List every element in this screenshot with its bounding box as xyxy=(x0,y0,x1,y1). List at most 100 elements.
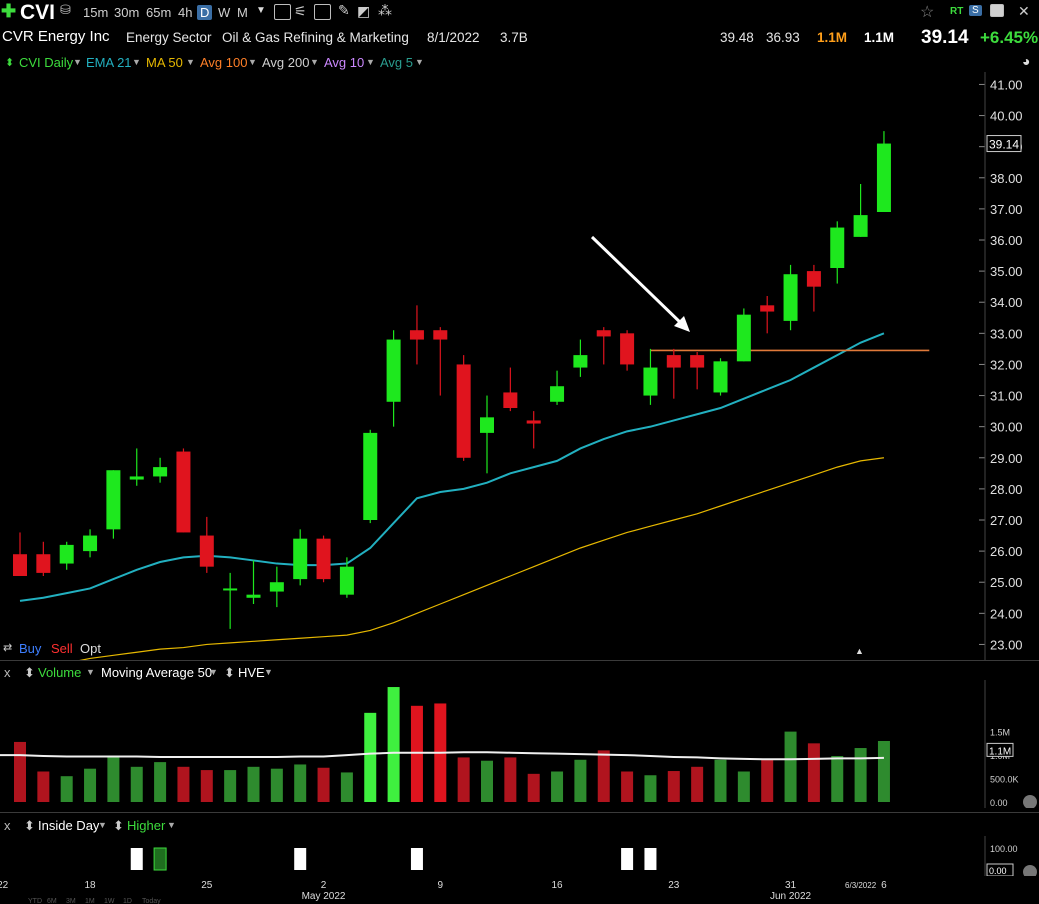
sector-link[interactable]: Energy Sector xyxy=(126,30,212,45)
move-handle-icon[interactable]: ⬍ xyxy=(24,818,35,834)
volume-bar xyxy=(831,756,844,802)
realtime-icon[interactable]: RT xyxy=(950,6,963,17)
move-handle-icon[interactable]: ⬍ xyxy=(24,665,35,681)
window-icon[interactable] xyxy=(990,4,1004,17)
draw-pencil-icon[interactable]: ✎ xyxy=(338,2,350,19)
volume-chart[interactable]: 1.5M1.0M500.0K0.001.1M xyxy=(0,680,1039,808)
chevron-down-icon[interactable]: ▼ xyxy=(167,820,176,830)
close-inside-pane[interactable]: x xyxy=(4,818,11,833)
legend-ema21[interactable]: EMA 21 xyxy=(86,55,132,70)
y-tick-label: 36.00 xyxy=(990,233,1023,248)
inside-day-label[interactable]: Inside Day xyxy=(38,818,99,833)
close-icon[interactable]: ✕ xyxy=(1018,3,1030,20)
candle-down xyxy=(36,541,51,576)
legend-avg100[interactable]: Avg 100 xyxy=(200,55,247,70)
chevron-down-icon[interactable]: ▼ xyxy=(248,57,257,67)
inside-day-pane-header: x ⬍ Inside Day ▼ ⬍ Higher ▼ xyxy=(0,818,300,836)
candle-body xyxy=(293,538,308,580)
inside-day-bar xyxy=(153,847,167,871)
candle-up xyxy=(293,529,308,586)
industry-link[interactable]: Oil & Gas Refining & Marketing xyxy=(222,30,409,45)
candle-body xyxy=(36,554,51,573)
timeframe-65m[interactable]: 65m xyxy=(146,5,171,20)
buy-button[interactable]: Buy xyxy=(19,641,41,656)
candle-body xyxy=(153,467,168,477)
y-tick-label: 33.00 xyxy=(990,326,1023,341)
chevron-down-icon[interactable]: ▼ xyxy=(132,57,141,67)
day-low: 36.93 xyxy=(766,30,800,45)
pane-divider[interactable] xyxy=(0,660,1039,661)
range-button[interactable]: Today xyxy=(142,898,161,904)
move-handle-icon[interactable]: ⬍ xyxy=(113,818,124,834)
legend-avg10[interactable]: Avg 10 xyxy=(324,55,364,70)
volume-bar xyxy=(784,731,797,802)
candle-body xyxy=(573,355,588,368)
inside-day-chart[interactable]: 100.00 0.00 xyxy=(0,836,1039,876)
legend-avg5[interactable]: Avg 5 xyxy=(380,55,413,70)
volume-ma-label[interactable]: Moving Average 50 xyxy=(101,665,212,680)
higher-label[interactable]: Higher xyxy=(127,818,165,833)
move-handle-icon[interactable]: ⬍ xyxy=(224,665,235,681)
timeframe-30m[interactable]: 30m xyxy=(114,5,139,20)
range-button[interactable]: YTD xyxy=(28,898,42,904)
timeframe-d[interactable]: D xyxy=(197,5,213,20)
close-volume-pane[interactable]: x xyxy=(4,665,11,680)
hve-label[interactable]: HVE xyxy=(238,665,265,680)
range-button[interactable]: 1W xyxy=(104,898,115,904)
calculator-icon[interactable] xyxy=(314,4,331,20)
candle-body xyxy=(526,420,541,424)
chevron-down-icon[interactable]: ▼ xyxy=(86,667,95,677)
price-chart[interactable]: 23.00 24.00 25.00 26.00 27.00 28.00 29.00 30.00… xyxy=(0,72,1039,660)
range-button[interactable]: 1M xyxy=(85,898,95,904)
candle-body xyxy=(433,330,448,340)
timeframe-4h[interactable]: 4h xyxy=(178,5,192,20)
timeframe-dropdown-icon[interactable]: ▼ xyxy=(256,5,266,16)
chevron-down-icon[interactable]: ▼ xyxy=(310,57,319,67)
sell-button[interactable]: Sell xyxy=(51,641,73,656)
chevron-down-icon[interactable]: ▼ xyxy=(98,820,107,830)
range-button[interactable]: 1D xyxy=(123,898,132,904)
scroll-right-icon[interactable] xyxy=(1023,795,1037,808)
legend-ma50[interactable]: MA 50 xyxy=(146,55,183,70)
share-icon[interactable]: ⁂ xyxy=(378,2,392,19)
s-badge-icon[interactable]: S xyxy=(969,5,982,16)
chevron-down-icon[interactable]: ▼ xyxy=(366,57,375,67)
candle-body xyxy=(666,355,681,368)
percent-change: +6.45% xyxy=(980,28,1039,47)
range-button[interactable]: 3M xyxy=(66,898,76,904)
volume-bar xyxy=(457,757,470,802)
x-tick-label: 25 xyxy=(201,880,213,891)
volume-label[interactable]: Volume xyxy=(38,665,81,680)
volume-bar xyxy=(340,772,353,802)
settings-icon[interactable]: ⬍ xyxy=(5,56,14,69)
range-button[interactable]: 6M xyxy=(47,898,57,904)
scroll-right-icon[interactable] xyxy=(1023,865,1037,876)
collapse-pane-icon[interactable]: ▲ xyxy=(855,646,864,656)
timeframe-w[interactable]: W xyxy=(218,5,230,20)
timeframe-m[interactable]: M xyxy=(237,5,248,20)
legend-avg200[interactable]: Avg 200 xyxy=(262,55,309,70)
timeframe-15m[interactable]: 15m xyxy=(83,5,108,20)
volume-bar xyxy=(364,712,377,802)
chart-type-icon[interactable] xyxy=(274,4,291,20)
chart-settings-icon[interactable]: ⛁ xyxy=(60,2,71,18)
chevron-down-icon[interactable]: ▼ xyxy=(186,57,195,67)
star-icon[interactable]: ☆ xyxy=(920,2,934,22)
x-tick-label: 16 xyxy=(551,880,563,891)
color-palette-icon[interactable]: ◕ xyxy=(1022,53,1030,69)
chevron-down-icon[interactable]: ▼ xyxy=(73,57,82,67)
trade-icon[interactable]: ⇄ xyxy=(3,641,12,654)
chevron-down-icon[interactable]: ▼ xyxy=(415,57,424,67)
slider-icon[interactable]: ⚟ xyxy=(294,3,307,20)
symbol-label[interactable]: CVI xyxy=(20,1,55,25)
pane-divider[interactable] xyxy=(0,812,1039,813)
opt-button[interactable]: Opt xyxy=(80,641,101,656)
volume-bar xyxy=(504,757,517,802)
candle-up xyxy=(246,560,261,604)
volume-bar xyxy=(224,770,237,802)
add-symbol-icon[interactable]: ✚ xyxy=(1,1,16,22)
layers-icon[interactable]: ◩ xyxy=(357,3,370,20)
chevron-down-icon[interactable]: ▼ xyxy=(264,667,273,677)
chevron-down-icon[interactable]: ▼ xyxy=(209,667,218,677)
legend-cvi-daily[interactable]: CVI Daily xyxy=(19,55,73,70)
